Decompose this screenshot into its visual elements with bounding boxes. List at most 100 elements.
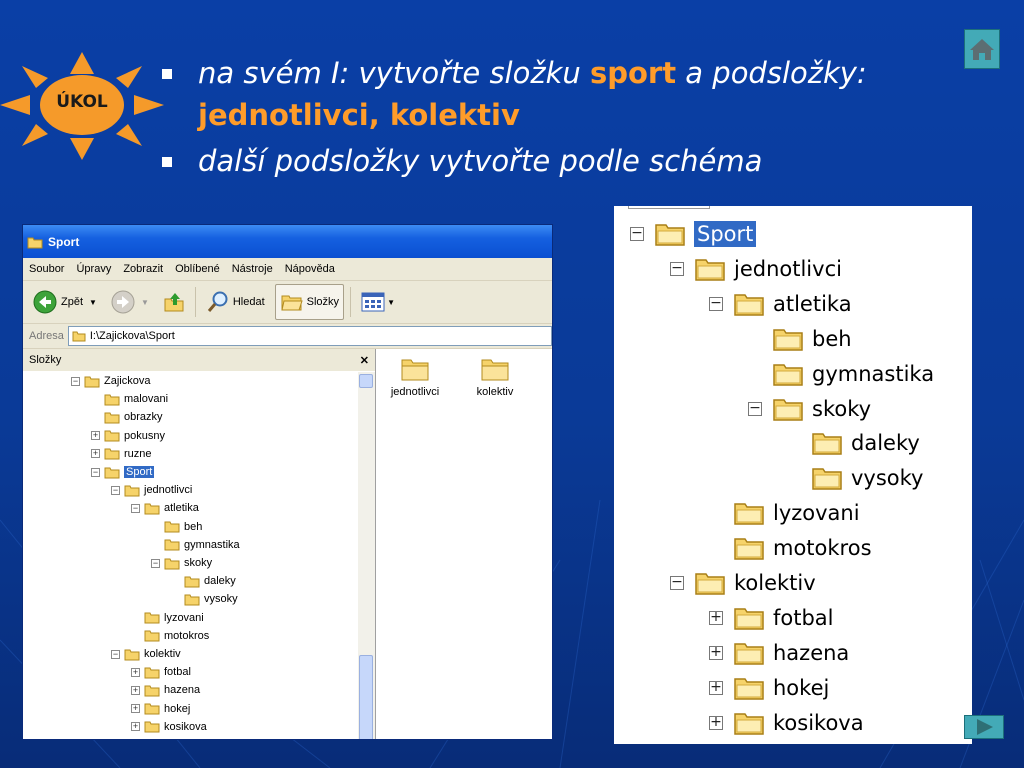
menu-napoveda[interactable]: Nápověda bbox=[285, 263, 335, 275]
scroll-up-icon[interactable] bbox=[359, 374, 373, 388]
schema-item-label: fotbal bbox=[773, 605, 834, 630]
folders-pane: Složky ✕ − Zajickova malovani obrazky + pokus… bbox=[23, 349, 376, 739]
folder-item-kolektiv[interactable]: kolektiv bbox=[460, 355, 530, 398]
dropdown-arrow-icon[interactable]: ▼ bbox=[89, 298, 97, 307]
folder-icon bbox=[72, 331, 86, 342]
folders-pane-title: Složky bbox=[29, 354, 62, 366]
tree-item[interactable]: lyzovani bbox=[131, 609, 204, 627]
folder-open-icon bbox=[27, 237, 43, 248]
tree-item-label: beh bbox=[184, 520, 203, 533]
folder-icon bbox=[144, 503, 160, 515]
tree-item[interactable]: + pokusny bbox=[91, 427, 165, 445]
folder-icon bbox=[144, 721, 160, 733]
tree-scrollbar[interactable] bbox=[358, 372, 375, 739]
menu-oblibene[interactable]: Oblíbené bbox=[175, 263, 220, 275]
back-button[interactable]: Zpět ▼ bbox=[29, 285, 101, 319]
toolbar-separator bbox=[194, 287, 196, 317]
menu-zobrazit[interactable]: Zobrazit bbox=[123, 263, 163, 275]
tree-item[interactable]: malovani bbox=[91, 390, 168, 408]
schema-item-label: kosikova bbox=[773, 710, 864, 735]
expand-icon[interactable]: + bbox=[131, 667, 140, 677]
menu-nastroje[interactable]: Nástroje bbox=[232, 263, 273, 275]
address-label: Adresa bbox=[29, 330, 64, 342]
tree-item[interactable]: obrazky bbox=[91, 408, 163, 426]
schema-item: gymnastika bbox=[748, 358, 934, 390]
folder-icon bbox=[401, 359, 429, 381]
address-input[interactable]: I:\Zajickova\Sport bbox=[67, 326, 552, 346]
collapse-icon[interactable]: − bbox=[111, 649, 120, 659]
folder-icon bbox=[144, 612, 160, 624]
tree-item[interactable]: daleky bbox=[171, 572, 236, 590]
explorer-panes: Složky ✕ − Zajickova malovani obrazky + pokus… bbox=[23, 349, 552, 739]
schema-item: motokros bbox=[709, 532, 872, 564]
next-slide-button[interactable] bbox=[964, 715, 1004, 739]
menu-upravy[interactable]: Úpravy bbox=[76, 263, 111, 275]
folders-button[interactable]: Složky bbox=[274, 284, 345, 320]
expand-icon: + bbox=[709, 713, 723, 730]
schema-item: beh bbox=[748, 323, 852, 355]
collapse-icon[interactable]: − bbox=[151, 558, 160, 568]
back-arrow-icon bbox=[33, 290, 57, 314]
collapse-icon[interactable]: − bbox=[131, 503, 140, 513]
expand-icon: + bbox=[709, 608, 723, 625]
folder-icon bbox=[773, 363, 803, 386]
tree-item[interactable]: − Sport bbox=[91, 463, 155, 481]
folder-icon bbox=[164, 558, 180, 569]
folder-icon bbox=[184, 594, 200, 606]
folder-icon bbox=[655, 224, 685, 246]
menu-soubor[interactable]: Soubor bbox=[29, 263, 64, 275]
tree-item[interactable]: − skoky bbox=[151, 554, 212, 572]
tree-item[interactable]: motokros bbox=[131, 627, 209, 645]
tree-item-label: vysoky bbox=[204, 593, 238, 606]
schema-item-label: jednotlivci bbox=[734, 256, 842, 281]
tree-item-label: Sport bbox=[124, 466, 155, 478]
expand-icon[interactable]: + bbox=[91, 431, 100, 441]
tree-item-label: skoky bbox=[184, 557, 213, 569]
tree-item[interactable]: − jednotlivci bbox=[111, 481, 192, 499]
views-grid-icon bbox=[361, 292, 385, 312]
task-bullets: na svém I: vytvořte složku sport a podsl… bbox=[162, 52, 902, 182]
folder-item-label: kolektiv bbox=[476, 386, 514, 398]
tree-item[interactable]: + kosikova bbox=[131, 718, 207, 736]
tree-item[interactable]: vysoky bbox=[171, 590, 238, 608]
collapse-icon[interactable]: − bbox=[111, 485, 120, 495]
folder-icon bbox=[104, 448, 120, 460]
schema-item-label: hokej bbox=[773, 675, 830, 700]
tree-item-label: kolektiv bbox=[144, 648, 181, 660]
dropdown-arrow-icon[interactable]: ▼ bbox=[141, 298, 149, 307]
folder-schema-panel: − Sport − jednotlivci − atletika beh gymnastika… bbox=[614, 206, 972, 744]
search-button[interactable]: Hledat bbox=[202, 285, 269, 319]
tree-item[interactable]: − Zajickova bbox=[71, 372, 150, 390]
tree-item[interactable]: + ruzne bbox=[91, 445, 152, 463]
tree-item[interactable]: gymnastika bbox=[151, 536, 240, 554]
home-button[interactable] bbox=[964, 29, 1000, 69]
forward-button[interactable]: ▼ bbox=[107, 285, 153, 319]
tree-item[interactable]: − kolektiv bbox=[111, 645, 181, 663]
tree-item[interactable]: + fotbal bbox=[131, 663, 191, 681]
collapse-icon[interactable]: − bbox=[91, 467, 100, 477]
folder-icon bbox=[695, 573, 725, 595]
close-icon[interactable]: ✕ bbox=[360, 354, 369, 367]
views-button[interactable]: ▼ bbox=[357, 285, 399, 319]
expand-icon[interactable]: + bbox=[91, 449, 100, 459]
tree-item[interactable]: beh bbox=[151, 518, 202, 536]
cropped-parent-row bbox=[628, 206, 710, 209]
folders-pane-header: Složky ✕ bbox=[23, 349, 375, 371]
expand-icon[interactable]: + bbox=[131, 704, 140, 714]
collapse-icon: − bbox=[630, 225, 644, 241]
tree-item[interactable]: + hokej bbox=[131, 700, 190, 718]
dropdown-arrow-icon[interactable]: ▼ bbox=[387, 298, 395, 307]
tree-item-label: hazena bbox=[164, 684, 201, 697]
bullet-1: na svém I: vytvořte složku sport a podsl… bbox=[162, 52, 902, 136]
schema-item: − kolektiv bbox=[670, 567, 816, 599]
tree-item[interactable]: + hazena bbox=[131, 681, 200, 699]
scroll-thumb[interactable] bbox=[359, 655, 373, 739]
collapse-icon[interactable]: − bbox=[71, 376, 80, 386]
up-folder-button[interactable] bbox=[159, 285, 189, 319]
folder-icon bbox=[144, 703, 160, 715]
schema-item: + kosikova bbox=[709, 707, 864, 739]
tree-item[interactable]: − atletika bbox=[131, 499, 199, 517]
folder-item-jednotlivci[interactable]: jednotlivci bbox=[380, 355, 450, 398]
expand-icon[interactable]: + bbox=[131, 722, 140, 732]
expand-icon[interactable]: + bbox=[131, 685, 140, 695]
